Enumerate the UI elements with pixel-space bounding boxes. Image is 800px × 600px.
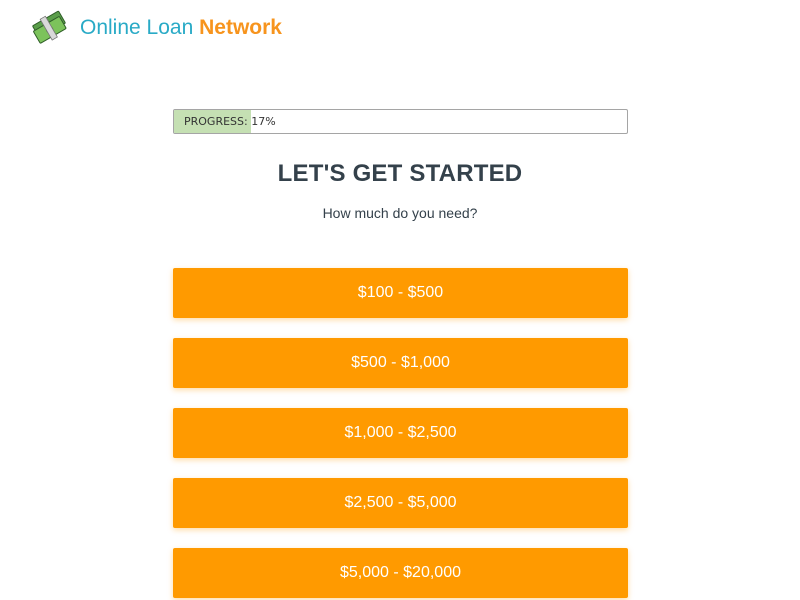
logo-name-part2: Network xyxy=(199,16,282,39)
amount-option-button[interactable]: $5,000 - $20,000 xyxy=(173,548,628,598)
money-stack-icon xyxy=(32,10,67,44)
amount-option-button[interactable]: $500 - $1,000 xyxy=(173,338,628,388)
amount-option-button[interactable]: $2,500 - $5,000 xyxy=(173,478,628,528)
amount-option-button[interactable]: $100 - $500 xyxy=(173,268,628,318)
amount-option-button[interactable]: $1,000 - $2,500 xyxy=(173,408,628,458)
page-title: LET'S GET STARTED xyxy=(277,160,523,187)
progress-label: PROGRESS: 17% xyxy=(184,115,276,128)
site-header: Online Loan Network xyxy=(30,8,282,48)
page: Online Loan Network PROGRESS: 17% LET'S … xyxy=(0,0,800,600)
logo-name-part1: Online Loan xyxy=(80,16,194,39)
amount-options: $100 - $500 $500 - $1,000 $1,000 - $2,50… xyxy=(173,268,628,600)
progress-bar: PROGRESS: 17% xyxy=(173,109,628,134)
question-text: How much do you need? xyxy=(322,205,478,221)
logo-text[interactable]: Online Loan Network xyxy=(80,8,282,48)
